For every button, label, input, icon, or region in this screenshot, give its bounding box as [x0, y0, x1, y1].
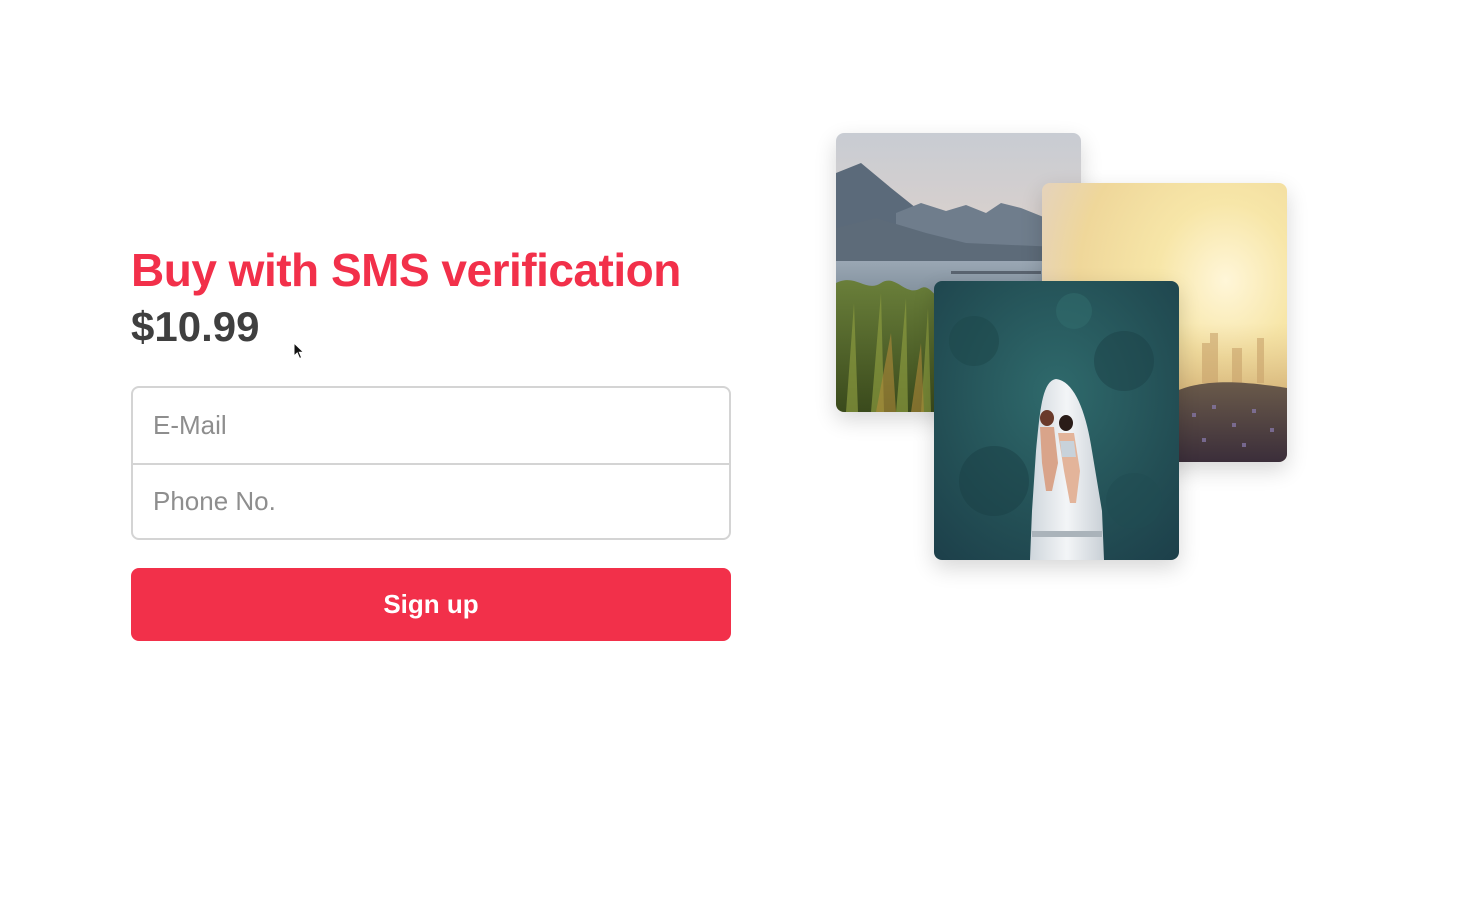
product-price: $10.99 [131, 303, 260, 350]
couple-on-boat-photo [934, 281, 1179, 560]
page: Buy with SMS verification $10.99 Sign up [0, 0, 1462, 914]
product-title: Buy with SMS verification [131, 244, 681, 296]
signup-button[interactable]: Sign up [131, 568, 731, 641]
signup-form-fields [131, 386, 731, 540]
mouse-cursor-icon [293, 342, 305, 360]
phone-input[interactable] [133, 463, 729, 538]
email-input[interactable] [133, 388, 729, 463]
